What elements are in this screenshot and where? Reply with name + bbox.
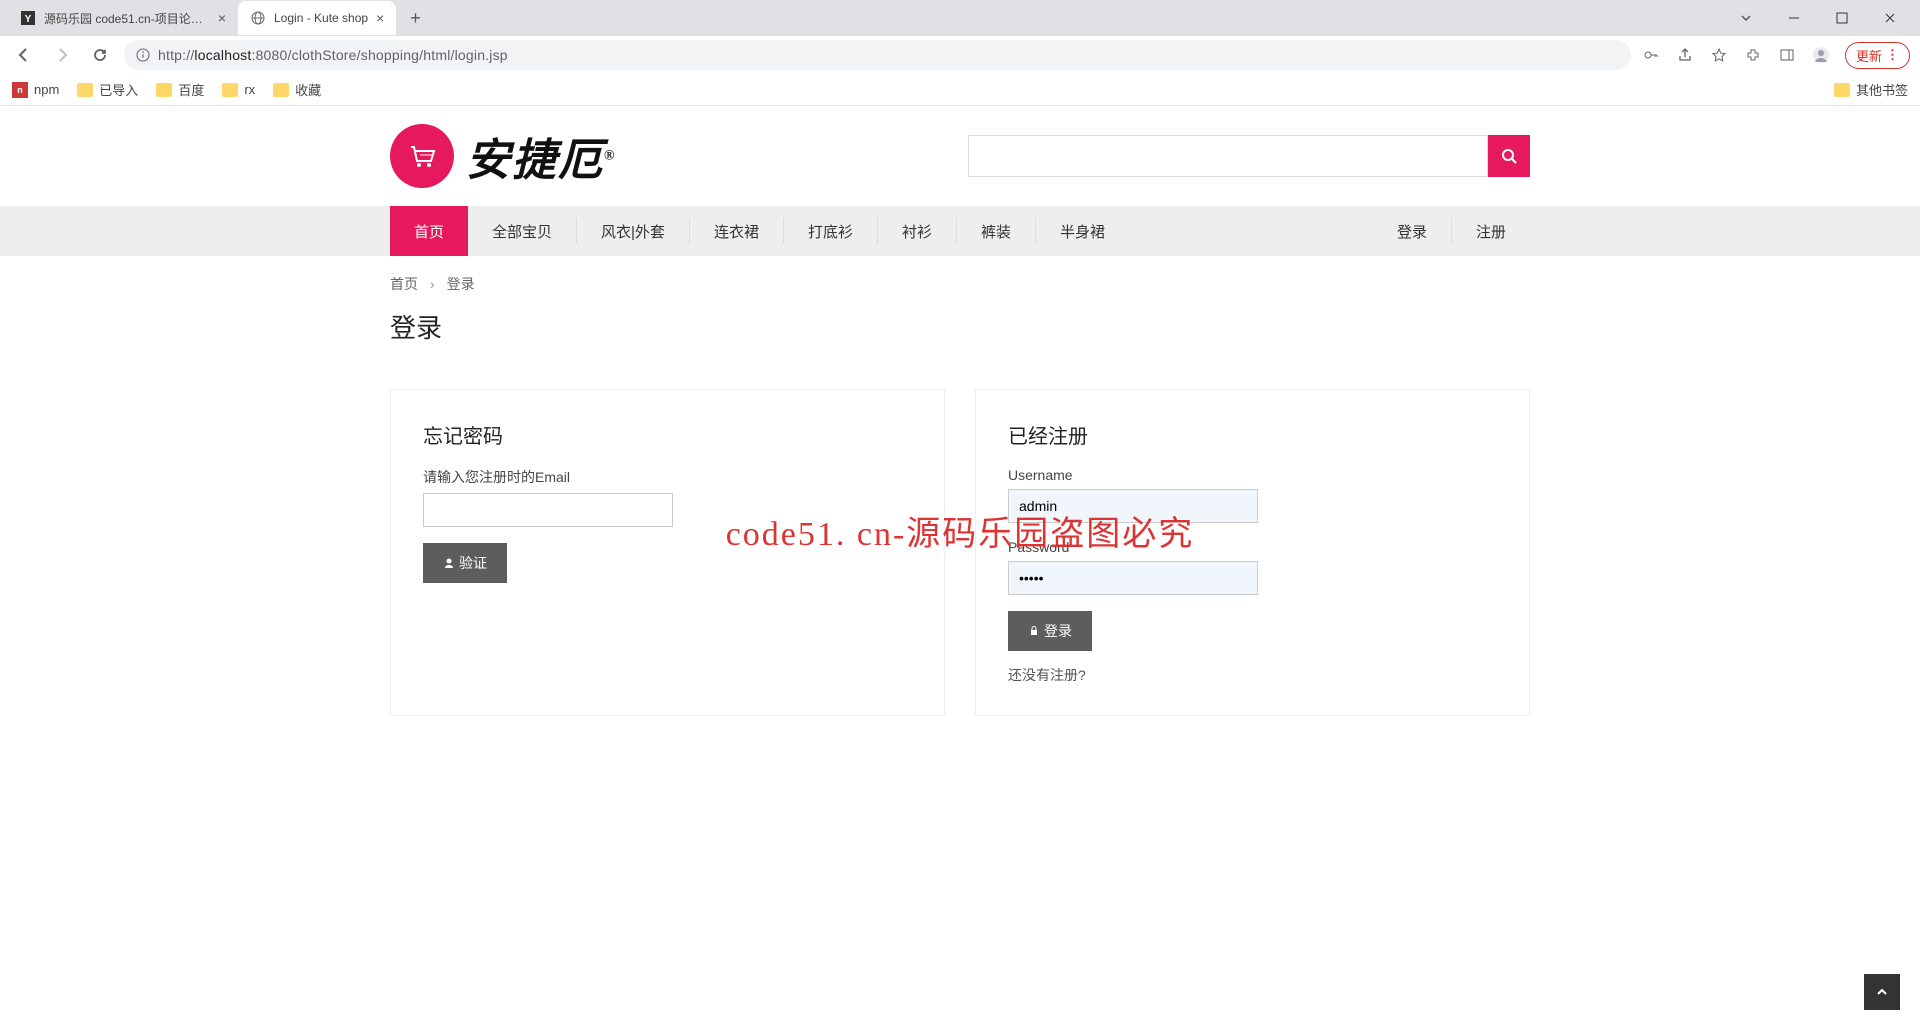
cart-icon <box>390 124 454 188</box>
share-icon[interactable] <box>1675 45 1695 65</box>
folder-icon <box>222 83 238 97</box>
nav-skirt[interactable]: 半身裙 <box>1036 206 1129 256</box>
forward-button[interactable] <box>48 41 76 69</box>
nav-home[interactable]: 首页 <box>390 206 468 256</box>
svg-text:Y: Y <box>25 14 32 25</box>
site-logo[interactable]: 安捷厄® <box>390 124 616 188</box>
register-link[interactable]: 还没有注册? <box>1008 665 1497 685</box>
scroll-top-button[interactable] <box>1864 974 1900 1010</box>
search-input[interactable] <box>968 135 1488 177</box>
window-controls <box>1732 4 1912 32</box>
close-icon[interactable]: × <box>218 10 226 26</box>
close-icon[interactable]: × <box>376 10 384 26</box>
username-input[interactable] <box>1008 489 1258 523</box>
folder-icon <box>77 83 93 97</box>
bookmark-npm[interactable]: nnpm <box>12 82 59 98</box>
password-label: Password <box>1008 539 1497 555</box>
back-button[interactable] <box>10 41 38 69</box>
star-icon[interactable] <box>1709 45 1729 65</box>
login-button[interactable]: 登录 <box>1008 611 1092 651</box>
url-field[interactable]: http://localhost:8080/clothStore/shoppin… <box>124 40 1631 70</box>
address-bar: http://localhost:8080/clothStore/shoppin… <box>0 36 1920 74</box>
bookmark-other[interactable]: 其他书签 <box>1834 80 1908 99</box>
bookmark-fav[interactable]: 收藏 <box>273 80 321 99</box>
bookmark-rx[interactable]: rx <box>222 82 255 97</box>
nav-coat[interactable]: 风衣|外套 <box>577 206 689 256</box>
breadcrumb: 首页 › 登录 <box>370 256 1550 302</box>
update-button[interactable]: 更新⋮ <box>1845 42 1910 69</box>
panels: 忘记密码 请输入您注册时的Email 验证 已经注册 Username Pass… <box>370 365 1550 740</box>
search-icon <box>1500 147 1518 165</box>
address-icons: 更新⋮ <box>1641 42 1910 69</box>
chevron-down-icon[interactable] <box>1732 4 1760 32</box>
info-icon[interactable] <box>136 48 150 62</box>
bookmark-baidu[interactable]: 百度 <box>156 80 204 99</box>
site-header: 安捷厄® <box>370 106 1550 206</box>
search-button[interactable] <box>1488 135 1530 177</box>
bookmark-imported[interactable]: 已导入 <box>77 80 138 99</box>
tab-bar: Y 源码乐园 code51.cn-项目论文代 × Login - Kute sh… <box>0 0 1920 36</box>
main-nav: 首页 全部宝贝 风衣|外套 连衣裙 打底衫 衬衫 裤装 半身裙 登录 注册 <box>0 206 1920 256</box>
tab-title: 源码乐园 code51.cn-项目论文代 <box>44 10 210 27</box>
username-label: Username <box>1008 467 1497 483</box>
brand-text: 安捷厄® <box>466 124 616 188</box>
folder-icon <box>273 83 289 97</box>
chevron-up-icon <box>1875 985 1889 999</box>
forgot-password-panel: 忘记密码 请输入您注册时的Email 验证 <box>390 389 945 716</box>
browser-chrome: Y 源码乐园 code51.cn-项目论文代 × Login - Kute sh… <box>0 0 1920 106</box>
profile-icon[interactable] <box>1811 45 1831 65</box>
page-content: 安捷厄® 首页 全部宝贝 风衣|外套 连衣裙 打底衫 衬衫 裤装 半身裙 登录 … <box>0 106 1920 740</box>
panel-icon[interactable] <box>1777 45 1797 65</box>
nav-register[interactable]: 注册 <box>1452 206 1530 256</box>
page-title: 登录 <box>370 302 1550 365</box>
user-icon <box>443 557 455 569</box>
forgot-heading: 忘记密码 <box>423 420 912 449</box>
favicon-y-icon: Y <box>20 10 36 26</box>
forgot-email-input[interactable] <box>423 493 673 527</box>
browser-tab-0[interactable]: Y 源码乐园 code51.cn-项目论文代 × <box>8 1 238 35</box>
new-tab-button[interactable]: + <box>402 8 429 29</box>
maximize-icon[interactable] <box>1828 4 1856 32</box>
close-window-icon[interactable] <box>1876 4 1904 32</box>
key-icon[interactable] <box>1641 45 1661 65</box>
nav-login[interactable]: 登录 <box>1373 206 1451 256</box>
folder-icon <box>1834 83 1850 97</box>
tab-title: Login - Kute shop <box>274 11 368 25</box>
nav-all[interactable]: 全部宝贝 <box>468 206 576 256</box>
browser-tab-1[interactable]: Login - Kute shop × <box>238 1 396 35</box>
nav-dress[interactable]: 连衣裙 <box>690 206 783 256</box>
login-panel: 已经注册 Username Password 登录 还没有注册? <box>975 389 1530 716</box>
npm-icon: n <box>12 82 28 98</box>
crumb-current: 登录 <box>447 274 475 294</box>
nav-pants[interactable]: 裤装 <box>957 206 1035 256</box>
crumb-home[interactable]: 首页 <box>390 274 418 294</box>
chevron-right-icon: › <box>430 276 435 292</box>
reload-button[interactable] <box>86 41 114 69</box>
lock-icon <box>1028 625 1040 637</box>
verify-button[interactable]: 验证 <box>423 543 507 583</box>
url-text: http://localhost:8080/clothStore/shoppin… <box>158 47 1619 63</box>
extensions-icon[interactable] <box>1743 45 1763 65</box>
bookmark-bar: nnpm 已导入 百度 rx 收藏 其他书签 <box>0 74 1920 106</box>
search-wrap <box>968 135 1530 177</box>
nav-base[interactable]: 打底衫 <box>784 206 877 256</box>
minimize-icon[interactable] <box>1780 4 1808 32</box>
forgot-email-label: 请输入您注册时的Email <box>423 467 912 487</box>
login-heading: 已经注册 <box>1008 420 1497 449</box>
password-input[interactable] <box>1008 561 1258 595</box>
folder-icon <box>156 83 172 97</box>
favicon-globe-icon <box>250 10 266 26</box>
nav-shirt[interactable]: 衬衫 <box>878 206 956 256</box>
